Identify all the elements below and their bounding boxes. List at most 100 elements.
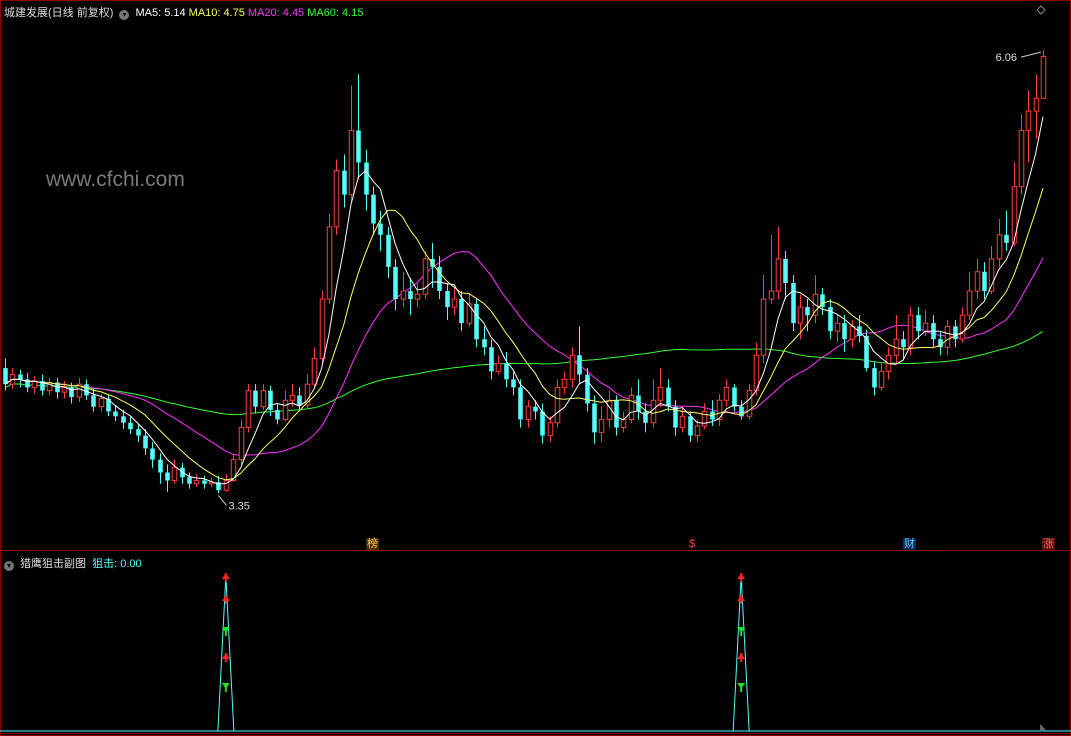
candle-down (150, 448, 155, 460)
candle-up (694, 425, 701, 437)
candle-up (746, 390, 753, 417)
candle-down (393, 266, 398, 300)
ma-legend-item: MA5: 5.14 (135, 7, 186, 19)
sub-settings-chevron-icon[interactable]: ▾ (4, 561, 14, 571)
watermark: www.cfchi.com (46, 168, 185, 191)
event-marker[interactable]: 榜 (366, 538, 379, 550)
candle-down (445, 291, 450, 308)
ma-legend: MA5: 5.14 MA10: 4.75 MA20: 4.45 MA60: 4.15 (136, 7, 367, 19)
event-marker[interactable]: 涨 (1042, 538, 1055, 550)
sub-indicator-value: 狙击: 0.00 (92, 558, 142, 570)
candle-down (202, 480, 207, 484)
candle-up (650, 399, 657, 424)
candle-down (791, 283, 796, 324)
candle-up (1018, 129, 1025, 188)
candle-up (834, 322, 841, 332)
settings-chevron-icon[interactable]: ▾ (119, 10, 130, 20)
candle-down (275, 409, 280, 420)
candle-down (540, 411, 545, 436)
candle-up (98, 398, 105, 408)
ma-legend-item: MA10: 4.75 (188, 7, 245, 19)
chart-frame (0, 0, 1071, 736)
candle-down (253, 390, 258, 407)
candle-up (907, 314, 914, 348)
candle-down (3, 368, 8, 385)
candle-up (878, 370, 885, 388)
candle-down (1004, 234, 1009, 243)
nav-diamond-icon (1036, 5, 1046, 15)
candle-up (326, 226, 333, 300)
candle-down (121, 416, 126, 423)
candle-up (768, 290, 775, 300)
candle-up (657, 386, 664, 401)
candle-up (193, 480, 200, 485)
main-title: 城建发展(日线 前复权) (4, 7, 114, 19)
candle-down (577, 355, 582, 375)
ma10-line (4, 188, 1044, 481)
candle-up (400, 290, 407, 300)
candle-up (849, 325, 856, 340)
candle-up (760, 298, 767, 356)
candle-up (260, 390, 267, 408)
sub-indicator (0, 573, 1071, 732)
candles (3, 50, 1047, 494)
candle-down (18, 374, 23, 380)
event-marker[interactable]: $ (688, 538, 697, 550)
candle-up (1033, 97, 1040, 112)
ma20-line (4, 251, 1044, 456)
main-header: 城建发展(日线 前复权) ▾ MA5: 5.14 MA10: 4.75 MA20: … (4, 4, 369, 20)
candle-up (1011, 186, 1018, 244)
candle-up (348, 129, 355, 196)
ma-legend-item: MA20: 4.45 (247, 7, 305, 19)
candle-down (688, 416, 693, 436)
candle-up (245, 390, 252, 429)
candle-down (482, 339, 487, 348)
candle-up (495, 362, 502, 372)
candle-up (628, 394, 635, 421)
candle-down (459, 299, 464, 324)
candle-up (569, 354, 576, 380)
ma20-path (4, 251, 1044, 456)
candle-down (614, 400, 619, 428)
candle-down (386, 234, 391, 267)
candle-up (598, 419, 605, 433)
candle-down (901, 339, 906, 348)
candle-down (84, 384, 89, 396)
candle-down (187, 477, 192, 484)
candle-up (974, 271, 981, 292)
sub-header: ▾ 猎鹰狙击副图 狙击: 0.00 (4, 555, 145, 571)
candle-down (408, 291, 413, 300)
candle-down (128, 422, 133, 430)
candle-down (113, 411, 118, 417)
candle-up (554, 386, 561, 424)
candle-up (723, 386, 730, 401)
candle-down (533, 406, 538, 412)
candle-down (356, 130, 361, 163)
candle-up (944, 325, 951, 348)
candle-down (91, 395, 96, 407)
candle-up (333, 170, 340, 228)
candle-up (547, 422, 554, 437)
high-pointer (1020, 51, 1042, 58)
candle-up (451, 298, 458, 308)
candle-up (797, 306, 804, 324)
candle-up (525, 406, 532, 421)
candle-up (282, 399, 289, 421)
event-marker[interactable]: 财 (903, 538, 916, 550)
candle-up (238, 427, 245, 461)
candle-down (371, 194, 376, 224)
candle-up (171, 467, 178, 482)
ma10-path (4, 188, 1044, 481)
candle-up (319, 298, 326, 359)
candle-down (805, 307, 810, 316)
candle-up (311, 357, 318, 385)
candle-up (466, 303, 473, 324)
candle-down (592, 403, 597, 433)
candle-down (297, 395, 302, 406)
candle-down (643, 411, 648, 423)
candle-up (289, 394, 296, 401)
sub-title: 猎鹰狙击副图 (20, 558, 87, 570)
candle-up (1040, 56, 1047, 99)
candle-down (143, 435, 148, 449)
low-price-label: 3.35 (228, 500, 249, 512)
